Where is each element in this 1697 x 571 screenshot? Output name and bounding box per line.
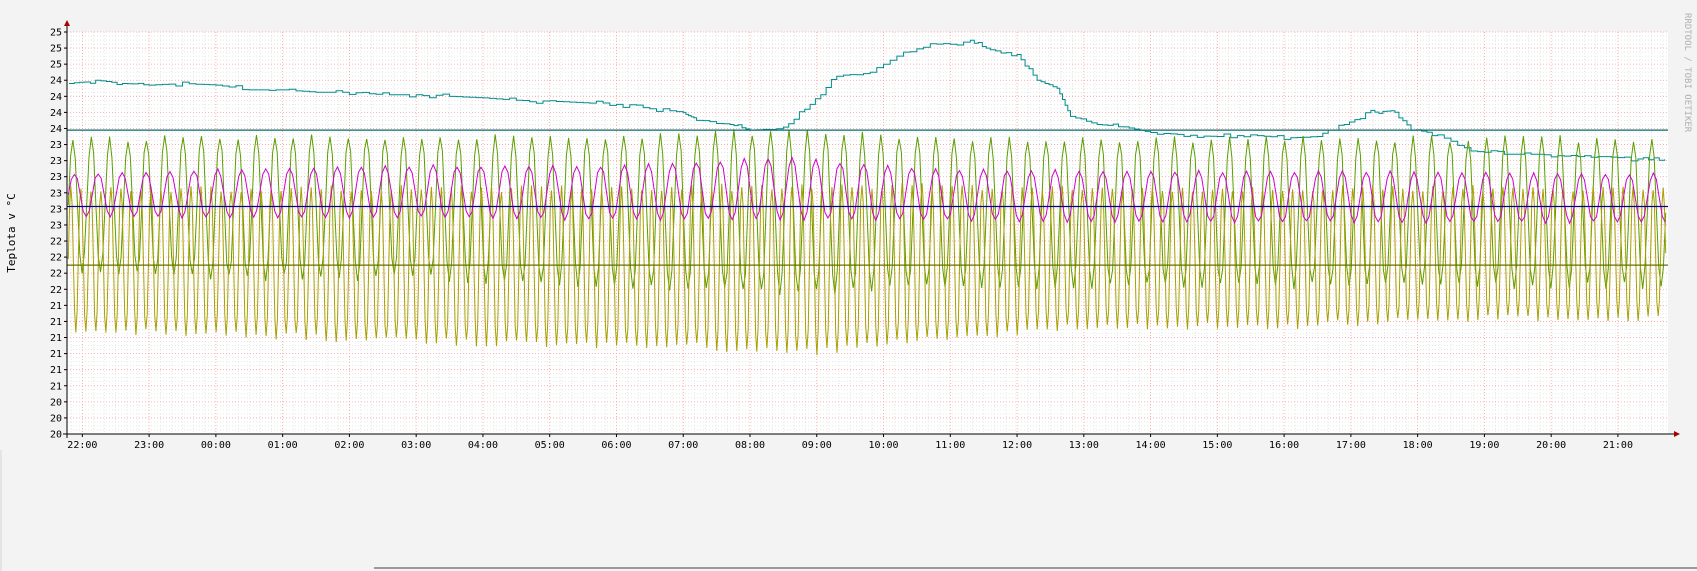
watermark: RRDTOOL / TOBI OETIKER [1682,13,1692,133]
x-tick-label: 15:00 [1202,440,1232,450]
y-tick-label: 21 [50,365,62,376]
x-tick-label: 16:00 [1269,440,1299,450]
left-edge [0,450,2,571]
y-tick-label: 24 [50,76,62,87]
y-tick-label: 24 [50,108,62,119]
x-axis-arrow [1674,431,1680,437]
x-tick-label: 17:00 [1336,440,1366,450]
y-tick-label: 25 [50,28,62,39]
x-tick-label: 10:00 [868,440,898,450]
x-tick-label: 21:00 [1603,440,1633,450]
x-tick-label: 01:00 [268,440,298,450]
x-tick-label: 14:00 [1136,440,1166,450]
x-tick-label: 20:00 [1536,440,1566,450]
y-tick-labels: 25 25 25 24 24 24 24 23 23 23 23 23 23 22 22 22 22 21 21 21… [50,28,62,441]
x-tick-label: 00:00 [201,440,231,450]
y-tick-label: 22 [50,237,62,248]
y-tick-label: 20 [50,413,62,424]
x-tick-label: 03:00 [401,440,431,450]
x-tick-label: 04:00 [468,440,498,450]
x-tick-label: 19:00 [1469,440,1499,450]
x-tick-label: 22:00 [67,440,97,450]
y-tick-label: 25 [50,60,62,71]
y-tick-label: 23 [50,156,62,167]
x-tick-label: 18:00 [1403,440,1433,450]
y-tick-label: 21 [50,381,62,392]
x-tick-label: 05:00 [535,440,565,450]
x-tick-labels: 22:00 23:00 00:00 01:00 02:00 03:00 04:00 05:00… [67,440,1633,450]
y-tick-label: 21 [50,317,62,328]
x-tick-label: 02:00 [334,440,364,450]
y-tick-label: 21 [50,333,62,344]
x-tick-label: 09:00 [802,440,832,450]
y-axis-title: Teplota v °C [5,193,18,272]
y-tick-label: 23 [50,140,62,151]
y-tick-label: 24 [50,92,62,103]
chart-frame: 25 25 25 24 24 24 24 23 23 23 23 23 23 22 22 22 22 21 21 21… [0,0,1697,450]
y-tick-label: 21 [50,349,62,360]
y-tick-label: 22 [50,253,62,264]
x-tick-label: 13:00 [1069,440,1099,450]
y-tick-label: 24 [50,124,62,135]
x-tick-label: 12:00 [1002,440,1032,450]
y-axis-arrow [64,20,70,26]
y-tick-label: 22 [50,285,62,296]
bottom-divider [374,567,1697,569]
x-tick-label: 08:00 [735,440,765,450]
y-tick-label: 25 [50,44,62,55]
y-tick-label: 20 [50,397,62,408]
y-tick-label: 23 [50,220,62,231]
x-tick-label: 06:00 [601,440,631,450]
y-tick-label: 21 [50,301,62,312]
y-tick-label: 20 [50,430,62,441]
temperature-chart: 25 25 25 24 24 24 24 23 23 23 23 23 23 22 22 22 22 21 21 21… [5,13,1692,450]
x-tick-label: 11:00 [935,440,965,450]
x-tick-label: 23:00 [134,440,164,450]
y-tick-label: 23 [50,172,62,183]
y-tick-label: 23 [50,188,62,199]
y-tick-label: 22 [50,269,62,280]
x-tick-label: 07:00 [668,440,698,450]
y-tick-label: 23 [50,204,62,215]
